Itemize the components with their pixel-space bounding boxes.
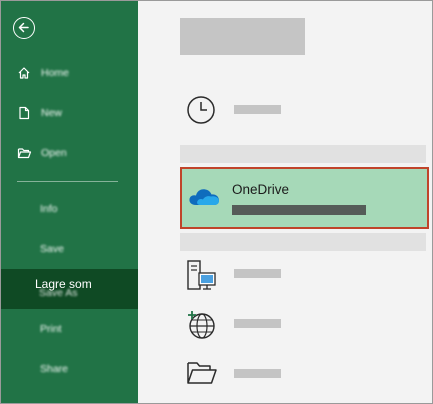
sidebar-item-label: Save [40,243,64,255]
computer-icon [187,260,216,290]
globe-add-icon [188,311,215,339]
sidebar-item-overlay-label: Lagre som [35,277,92,291]
sidebar-item-info[interactable]: Info [1,199,138,219]
location-add-a-place[interactable] [180,307,428,343]
open-folder-icon [17,145,33,161]
back-arrow-icon[interactable] [13,17,35,39]
location-onedrive[interactable]: OneDrive [180,167,429,229]
sidebar-divider [17,181,118,182]
location-this-pc[interactable] [180,257,428,293]
section-header-placeholder [180,145,426,163]
page-title-placeholder [180,18,305,55]
backstage-sidebar: Home New Open Info Save Save As Lagre so… [1,1,138,403]
clock-icon [187,96,215,124]
sidebar-item-open[interactable]: Open [1,143,138,163]
save-as-pane: OneDrive [138,1,432,403]
onedrive-cloud-icon [189,189,219,205]
sidebar-item-new[interactable]: New [1,103,138,123]
section-header-placeholder [180,233,426,251]
sidebar-item-save[interactable]: Save [1,239,138,259]
sidebar-item-label: New [41,107,63,119]
onedrive-account-placeholder [232,205,366,215]
new-document-icon [17,105,33,121]
sidebar-item-label: Open [41,147,67,159]
location-label-placeholder [234,369,281,378]
location-label-placeholder [234,319,281,328]
sidebar-item-save-as[interactable]: Save As Lagre som [1,269,138,309]
backstage-window: Home New Open Info Save Save As Lagre so… [0,0,433,404]
location-recent[interactable] [180,93,428,127]
onedrive-title: OneDrive [232,182,290,197]
location-browse[interactable] [180,357,428,391]
sidebar-item-home[interactable]: Home [1,63,138,83]
location-label-placeholder [234,105,281,114]
sidebar-item-share[interactable]: Share [1,359,138,379]
location-label-placeholder [234,269,281,278]
sidebar-item-print[interactable]: Print [1,319,138,339]
folder-icon [187,362,217,384]
sidebar-item-label: Share [40,363,69,375]
sidebar-item-label: Info [40,203,58,215]
home-icon [17,65,33,81]
sidebar-item-label: Print [40,323,62,335]
sidebar-item-label: Home [41,67,70,79]
